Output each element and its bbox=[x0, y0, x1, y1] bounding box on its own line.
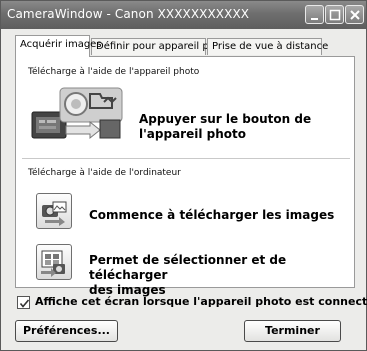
close-icon bbox=[350, 10, 360, 20]
tab-remote-shooting[interactable]: Prise de vue à distance bbox=[207, 38, 328, 55]
close-window-button[interactable] bbox=[345, 5, 364, 24]
camera-window: CameraWindow - Canon XXXXXXXXXXX Acquéri… bbox=[0, 0, 367, 351]
camera-download-icon bbox=[31, 87, 123, 140]
tab-acquire-images[interactable]: Acquérir images bbox=[15, 35, 102, 57]
preferences-button[interactable]: Préférences... bbox=[15, 320, 118, 342]
press-camera-line1: Appuyer sur le bouton de bbox=[139, 112, 312, 126]
camera-section-label: Télécharge à l'aide de l'appareil photo bbox=[28, 67, 200, 77]
press-camera-button-text: Appuyer sur le bouton de l'appareil phot… bbox=[139, 112, 311, 142]
press-camera-line2: l'appareil photo bbox=[139, 127, 246, 141]
show-on-connect-label[interactable]: Affiche cet écran lorsque l'appareil pho… bbox=[35, 295, 367, 308]
maximize-icon bbox=[329, 9, 341, 21]
computer-section-label: Télécharge à l'aide de l'ordinateur bbox=[28, 168, 181, 178]
minimize-button[interactable] bbox=[305, 5, 324, 24]
tab-panel: Télécharge à l'aide de l'appareil photo … bbox=[15, 56, 355, 297]
select-download-label[interactable]: Permet de sélectionner et de télécharger… bbox=[89, 253, 354, 298]
section-divider bbox=[22, 158, 350, 159]
show-on-connect-checkbox[interactable] bbox=[17, 296, 30, 309]
select-download-icon bbox=[41, 250, 65, 277]
select-download-line1: Permet de sélectionner et de télécharger bbox=[89, 253, 287, 282]
tab-camera-settings[interactable]: Définir pour appareil photo bbox=[91, 38, 231, 55]
checkmark-icon bbox=[19, 299, 30, 308]
minimize-icon bbox=[311, 18, 318, 20]
start-download-label[interactable]: Commence à télécharger les images bbox=[89, 208, 334, 223]
download-images-icon bbox=[42, 201, 67, 226]
start-download-button[interactable] bbox=[36, 193, 72, 229]
window-title: CameraWindow - Canon XXXXXXXXXXX bbox=[7, 7, 250, 21]
title-bar[interactable]: CameraWindow - Canon XXXXXXXXXXX bbox=[1, 1, 366, 29]
select-download-button[interactable] bbox=[36, 244, 72, 280]
maximize-button[interactable] bbox=[325, 5, 344, 24]
finish-button[interactable]: Terminer bbox=[244, 320, 341, 342]
